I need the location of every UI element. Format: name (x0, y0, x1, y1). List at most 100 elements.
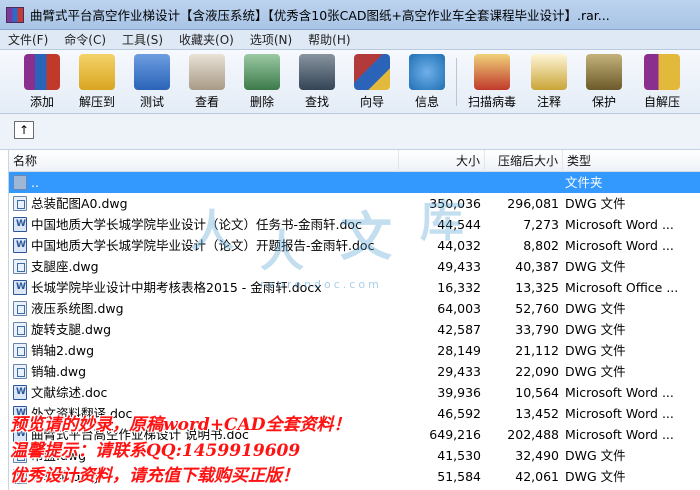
file-row[interactable]: 液压系统图.dwg 64,003 52,760 DWG 文件 (9, 298, 700, 319)
file-type: DWG 文件 (565, 364, 626, 379)
title-bar: 曲臂式平台高空作业梯设计【含液压系统】【优秀含10张CAD图纸+高空作业车全套课… (0, 0, 700, 30)
info-label: 信息 (414, 95, 439, 109)
file-type: DWG 文件 (565, 322, 626, 337)
word-doc-icon (13, 385, 27, 400)
up-folder-button[interactable]: ↑ (14, 121, 34, 139)
word-doc-icon (13, 280, 27, 295)
file-row[interactable]: 旋转支腿.dwg 42,587 33,790 DWG 文件 (9, 319, 700, 340)
promo-line-1: 预览请的妙录，原稿word+CAD全套资料！ (10, 415, 351, 435)
add-books-icon (24, 54, 60, 90)
file-row[interactable]: 支腿座.dwg 49,433 40,387 DWG 文件 (9, 256, 700, 277)
file-type: DWG 文件 (565, 469, 626, 484)
file-packed-size: 10,564 (515, 385, 559, 400)
info-icon (409, 54, 445, 90)
file-row[interactable]: 总装配图A0.dwg 350,036 296,081 DWG 文件 (9, 193, 700, 214)
column-header-name[interactable]: 名称 (9, 150, 399, 172)
file-size: 49,433 (437, 259, 481, 274)
arrow-up-icon: ↑ (18, 123, 30, 137)
add-button[interactable]: 添加 (12, 52, 72, 112)
file-size: 350,036 (429, 196, 481, 211)
file-row[interactable]: 中国地质大学长城学院毕业设计（论文）开题报告-金雨轩.doc 44,032 8,80… (9, 235, 700, 256)
view-glasses-icon (189, 54, 225, 90)
file-packed-size: 32,490 (515, 448, 559, 463)
menu-favorites[interactable]: 收藏夹(O) (171, 31, 242, 48)
word-doc-icon (13, 238, 27, 253)
file-size: 64,003 (437, 301, 481, 316)
file-name: 文献综述.doc (31, 385, 108, 400)
column-header-size[interactable]: 大小 (399, 150, 485, 172)
comment-icon (531, 54, 567, 90)
info-button[interactable]: 信息 (397, 52, 457, 112)
file-type: DWG 文件 (565, 343, 626, 358)
file-row[interactable]: 文献综述.doc 39,936 10,564 Microsoft Word ... (9, 382, 700, 403)
file-packed-size: 42,061 (515, 469, 559, 484)
protect-button[interactable]: 保护 (574, 52, 634, 112)
protect-label: 保护 (591, 95, 616, 109)
toolbar-separator (456, 58, 457, 106)
file-packed-size: 33,790 (515, 322, 559, 337)
file-packed-size (485, 172, 559, 193)
sfx-icon (644, 54, 680, 90)
extract-to-button[interactable]: 解压到 (67, 52, 127, 112)
file-row[interactable]: 销轴.dwg 29,433 22,090 DWG 文件 (9, 361, 700, 382)
scan-virus-icon (474, 54, 510, 90)
find-button[interactable]: 查找 (287, 52, 347, 112)
file-packed-size: 7,273 (523, 217, 559, 232)
menu-commands[interactable]: 命令(C) (56, 31, 114, 48)
file-packed-size: 52,760 (515, 301, 559, 316)
find-binoculars-icon (299, 54, 335, 90)
dwg-file-icon (13, 196, 27, 211)
menu-bar: 文件(F) 命令(C) 工具(S) 收藏夹(O) 选项(N) 帮助(H) (0, 30, 700, 50)
file-type: DWG 文件 (565, 259, 626, 274)
scan-virus-label: 扫描病毒 (467, 95, 516, 109)
file-size: 649,216 (429, 427, 481, 442)
comment-button[interactable]: 注释 (519, 52, 579, 112)
protect-shield-icon (586, 54, 622, 90)
view-button[interactable]: 查看 (177, 52, 237, 112)
file-size: 41,530 (437, 448, 481, 463)
file-packed-size: 13,325 (515, 280, 559, 295)
watermark-url: renrendoc.com (260, 278, 382, 291)
extract-folder-icon (79, 54, 115, 90)
file-name: 销轴.dwg (31, 364, 87, 379)
file-name: 液压系统图.dwg (31, 301, 124, 316)
file-type: DWG 文件 (565, 196, 626, 211)
file-packed-size: 13,452 (515, 406, 559, 421)
window-title: 曲臂式平台高空作业梯设计【含液压系统】【优秀含10张CAD图纸+高空作业车全套课… (30, 8, 610, 23)
test-button[interactable]: 测试 (122, 52, 182, 112)
promo-line-3: 优秀设计资料，请充值下载购买正版！ (10, 466, 299, 486)
menu-options[interactable]: 选项(N) (242, 31, 300, 48)
file-size (399, 172, 481, 193)
delete-bin-icon (244, 54, 280, 90)
file-type: Microsoft Office ... (565, 280, 679, 295)
test-check-icon (134, 54, 170, 90)
file-row[interactable]: 销轴2.dwg 28,149 21,112 DWG 文件 (9, 340, 700, 361)
sfx-label: 自解压 (643, 95, 680, 109)
file-row[interactable]: 中国地质大学长城学院毕业设计（论文）任务书-金雨轩.doc 44,544 7,273… (9, 214, 700, 235)
add-button-label: 添加 (29, 95, 54, 109)
winrar-app-icon (6, 6, 24, 23)
comment-label: 注释 (536, 95, 561, 109)
file-name: 销轴2.dwg (31, 343, 95, 358)
column-header-type[interactable]: 类型 (563, 150, 700, 172)
file-type: DWG 文件 (565, 301, 626, 316)
delete-button[interactable]: 删除 (232, 52, 292, 112)
file-type: Microsoft Word ... (565, 217, 674, 232)
extract-to-label: 解压到 (78, 95, 115, 109)
dwg-file-icon (13, 364, 27, 379)
menu-tools[interactable]: 工具(S) (114, 31, 171, 48)
wizard-button[interactable]: 向导 (342, 52, 402, 112)
file-type: DWG 文件 (565, 448, 626, 463)
menu-file[interactable]: 文件(F) (0, 31, 56, 48)
parent-folder-row[interactable]: .. 文件夹 (9, 172, 700, 193)
scan-virus-button[interactable]: 扫描病毒 (460, 52, 524, 112)
wizard-icon (354, 54, 390, 90)
find-label: 查找 (304, 95, 329, 109)
column-header-packed[interactable]: 压缩后大小 (485, 150, 563, 172)
sfx-button[interactable]: 自解压 (632, 52, 692, 112)
file-type: Microsoft Word ... (565, 238, 674, 253)
file-packed-size: 40,387 (515, 259, 559, 274)
file-name: 旋转支腿.dwg (31, 322, 112, 337)
menu-help[interactable]: 帮助(H) (300, 31, 358, 48)
file-packed-size: 8,802 (523, 238, 559, 253)
